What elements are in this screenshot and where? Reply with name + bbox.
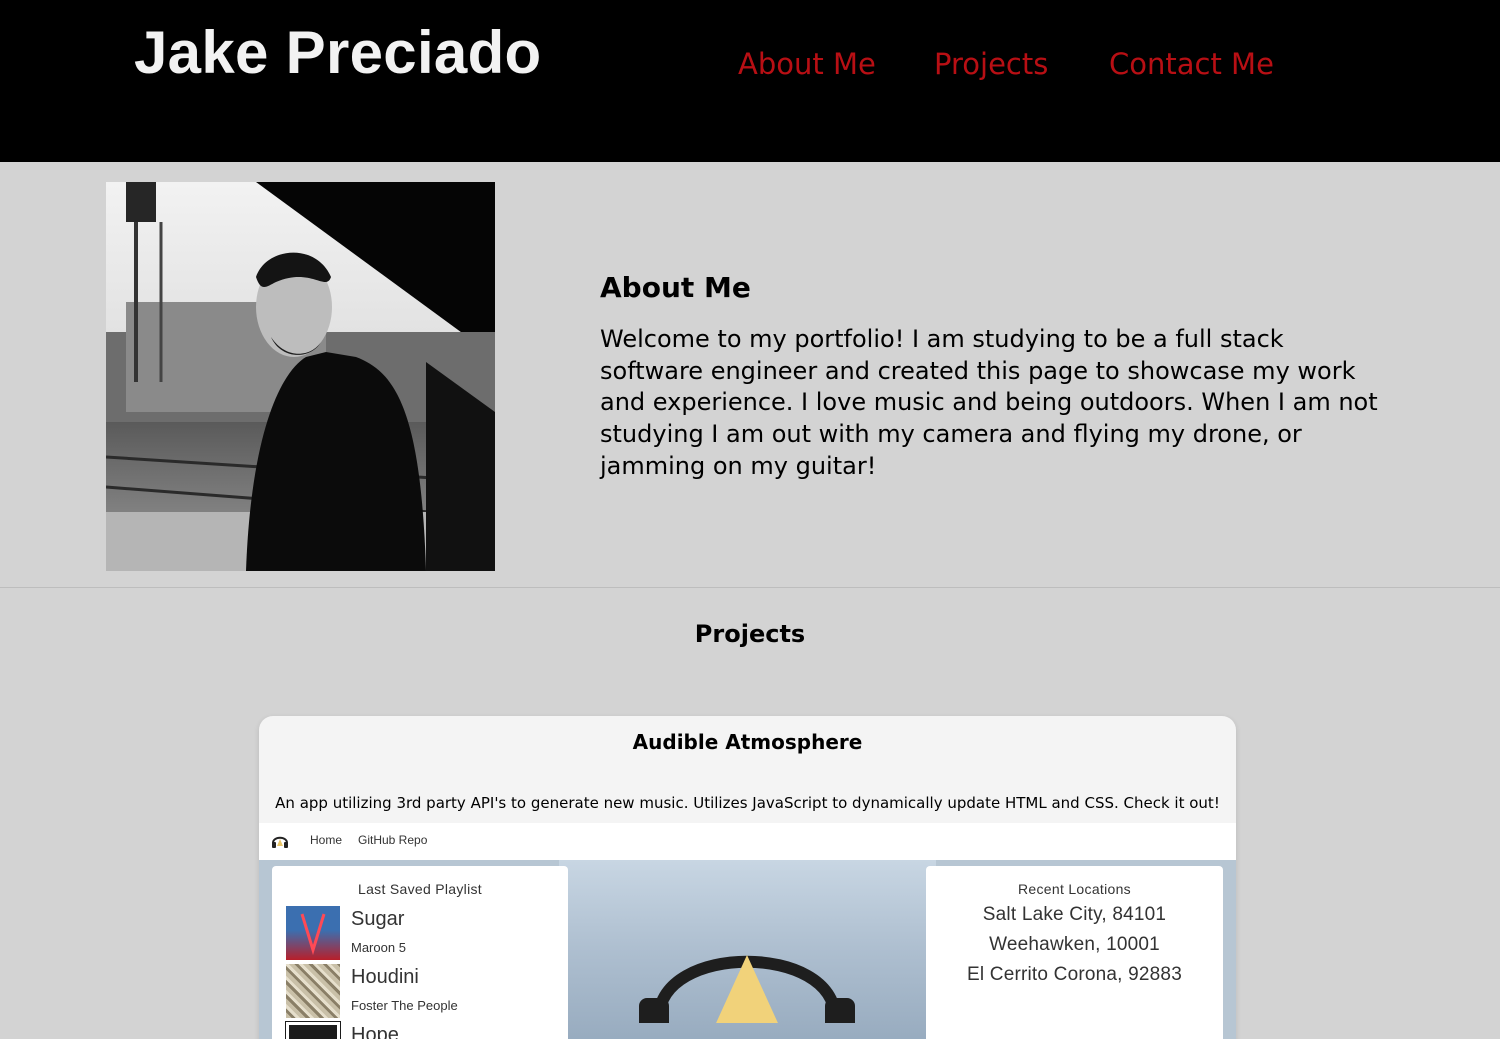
projects-title: Projects bbox=[694, 620, 806, 648]
preview-playlist-panel: Last Saved Playlist Sugar Maroon 5 Houdi… bbox=[272, 866, 568, 1039]
project-title: Audible Atmosphere bbox=[632, 730, 863, 754]
site-header: Jake Preciado About Me Projects Contact … bbox=[0, 0, 1500, 162]
headphones-logo-icon bbox=[271, 833, 289, 852]
site-name: Jake Preciado bbox=[134, 19, 542, 86]
about-text: Welcome to my portfolio! I am studying t… bbox=[600, 325, 1378, 480]
preview-nav-github: GitHub Repo bbox=[358, 833, 428, 847]
about-title: About Me bbox=[600, 271, 751, 304]
headphones-icon bbox=[639, 955, 855, 1023]
song-title: Houdini bbox=[351, 966, 419, 988]
location-item: Salt Lake City, 84101 bbox=[982, 904, 1167, 925]
profile-photo bbox=[106, 182, 495, 571]
album-art bbox=[286, 964, 340, 1018]
song-artist: Foster The People bbox=[351, 998, 458, 1013]
nav-link-about-me[interactable]: About Me bbox=[738, 44, 876, 84]
preview-locations-title: Recent Locations bbox=[1018, 881, 1131, 897]
preview-locations-panel: Recent Locations Salt Lake City, 84101 W… bbox=[926, 866, 1223, 1039]
location-item: El Cerrito Corona, 92883 bbox=[967, 964, 1182, 985]
nav-link-contact-me[interactable]: Contact Me bbox=[1109, 44, 1274, 84]
preview-nav-home: Home bbox=[310, 833, 343, 847]
about-section: About Me Welcome to my portfolio! I am s… bbox=[0, 162, 1500, 588]
song-artist: Maroon 5 bbox=[351, 940, 406, 955]
location-item: Weehawken, 10001 bbox=[989, 934, 1160, 955]
song-title: Sugar bbox=[351, 908, 405, 930]
song-title: Hope bbox=[351, 1024, 399, 1039]
preview-playlist-title: Last Saved Playlist bbox=[358, 881, 482, 897]
nav-link-projects[interactable]: Projects bbox=[934, 44, 1048, 84]
project-description: An app utilizing 3rd party API's to gene… bbox=[275, 794, 1220, 812]
project-card[interactable]: Audible Atmosphere An app utilizing 3rd … bbox=[259, 716, 1236, 1039]
album-art bbox=[286, 906, 340, 960]
preview-navbar: Home GitHub Repo bbox=[259, 823, 1236, 860]
project-preview-image[interactable]: Home GitHub Repo Last Saved Playlist Sug… bbox=[259, 823, 1236, 1039]
album-art bbox=[285, 1021, 341, 1039]
